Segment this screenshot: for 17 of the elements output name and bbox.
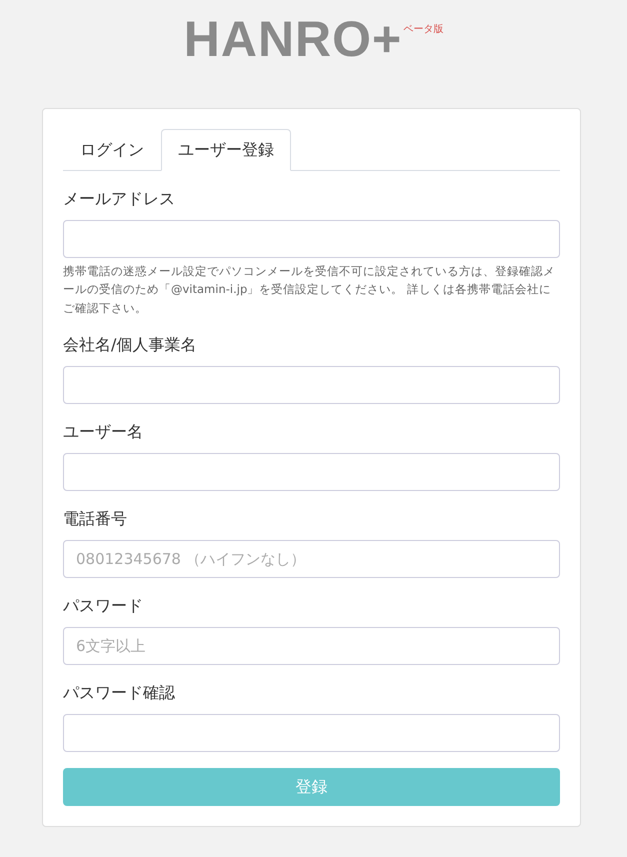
input-field[interactable]: 08012345678 （ハイフンなし） [63,540,560,578]
input-field[interactable] [63,714,560,752]
input-field[interactable] [63,453,560,492]
field-label: 電話番号 [63,508,128,530]
field-label: 会社名/個人事業名 [63,334,198,356]
beta-label: ベータ版 [403,23,444,37]
tab[interactable]: ユーザー登録 [161,129,291,171]
logo: HANRO+ [184,14,402,64]
field-label: ユーザー名 [63,421,144,444]
field-label: メールアドレス [63,188,176,210]
input-field[interactable] [63,366,560,404]
field-label: パスワード確認 [63,682,176,704]
input-field[interactable]: 6文字以上 [63,627,560,666]
field-label: パスワード [63,595,144,618]
input-field[interactable] [63,220,560,258]
tab[interactable]: ログイン [63,129,161,171]
help-text: 携帯電話の迷惑メール設定でパソコンメールを受信不可に設定されている方は、登録確認メールの受信のため「@vitamin-i.jp」を受信設定してください。 詳しくは各携帯電話会社にご確認下さい。 [63,263,556,317]
